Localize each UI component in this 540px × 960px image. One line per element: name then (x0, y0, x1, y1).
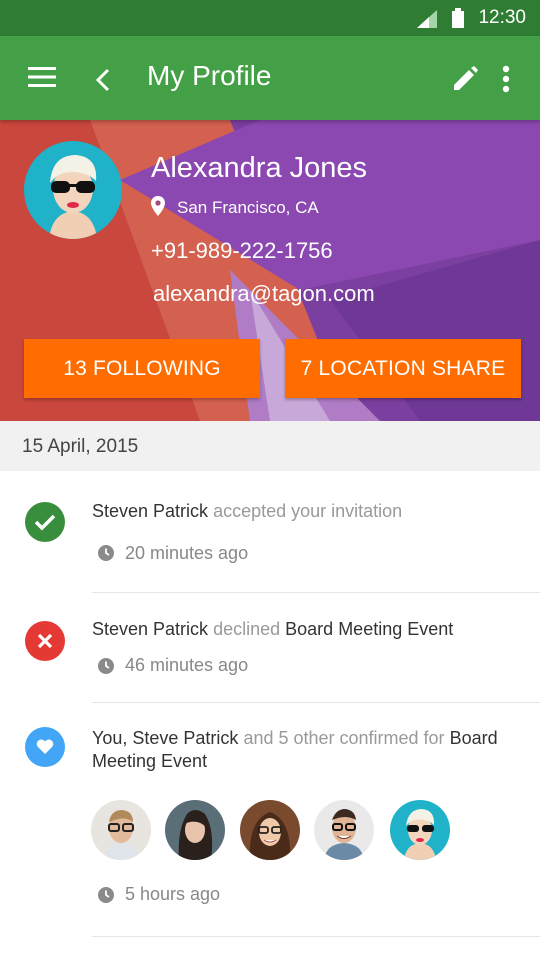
activity-time: 5 hours ago (125, 884, 221, 904)
attendee-avatar[interactable] (314, 800, 374, 860)
attendee-avatar[interactable] (165, 800, 225, 860)
clock-icon (98, 887, 114, 903)
activity-actor[interactable]: Steven Patrick (92, 501, 208, 521)
activity-object[interactable]: Board Meeting Event (285, 619, 453, 639)
menu-icon[interactable] (28, 67, 56, 87)
page-title: My Profile (147, 60, 272, 91)
divider (92, 702, 540, 703)
attendee-avatar[interactable] (91, 800, 151, 860)
heart-icon (25, 727, 65, 767)
battery-icon (452, 8, 464, 28)
divider (92, 592, 540, 593)
profile-phone[interactable]: +91-989-222-1756 (151, 238, 333, 264)
activity-action: and 5 other confirmed for (243, 728, 445, 748)
activity-text: Steven Patrick accepted your invitation (92, 500, 512, 523)
following-button[interactable]: 13 FOLLOWING (24, 339, 260, 398)
activity-time: 46 minutes ago (125, 655, 249, 675)
clock-icon (98, 545, 114, 561)
status-bar: 12:30 (0, 0, 540, 36)
attendee-avatar[interactable] (240, 800, 300, 860)
more-vert-icon[interactable] (502, 65, 510, 93)
date-header-label: 15 April, 2015 (22, 436, 139, 457)
activity-time: 20 minutes ago (125, 543, 249, 563)
location-pin-icon (151, 196, 165, 216)
close-icon (25, 621, 65, 661)
activity-actor[interactable]: You, Steve Patrick (92, 728, 238, 748)
activity-actor[interactable]: Steven Patrick (92, 619, 208, 639)
activity-action: accepted your invitation (213, 501, 403, 521)
back-arrow-icon[interactable] (95, 68, 111, 92)
attendee-avatar[interactable] (390, 800, 450, 860)
app-bar: My Profile (0, 36, 540, 120)
profile-avatar[interactable] (24, 141, 122, 239)
divider (92, 936, 540, 937)
edit-icon[interactable] (452, 66, 478, 92)
activity-action: declined (213, 619, 281, 639)
status-time: 12:30 (478, 7, 526, 28)
location-share-button[interactable]: 7 LOCATION SHARE (285, 339, 521, 398)
activity-text: You, Steve Patrick and 5 other confirmed… (92, 727, 502, 773)
signal-icon (417, 10, 437, 28)
activity-text: Steven Patrick declined Board Meeting Ev… (92, 618, 512, 641)
profile-name: Alexandra Jones (151, 152, 368, 184)
clock-icon (98, 658, 114, 674)
date-header: 15 April, 2015 (0, 421, 540, 471)
profile-location: San Francisco, CA (177, 198, 319, 217)
check-icon (25, 502, 65, 542)
profile-email[interactable]: alexandra@tagon.com (153, 281, 375, 307)
